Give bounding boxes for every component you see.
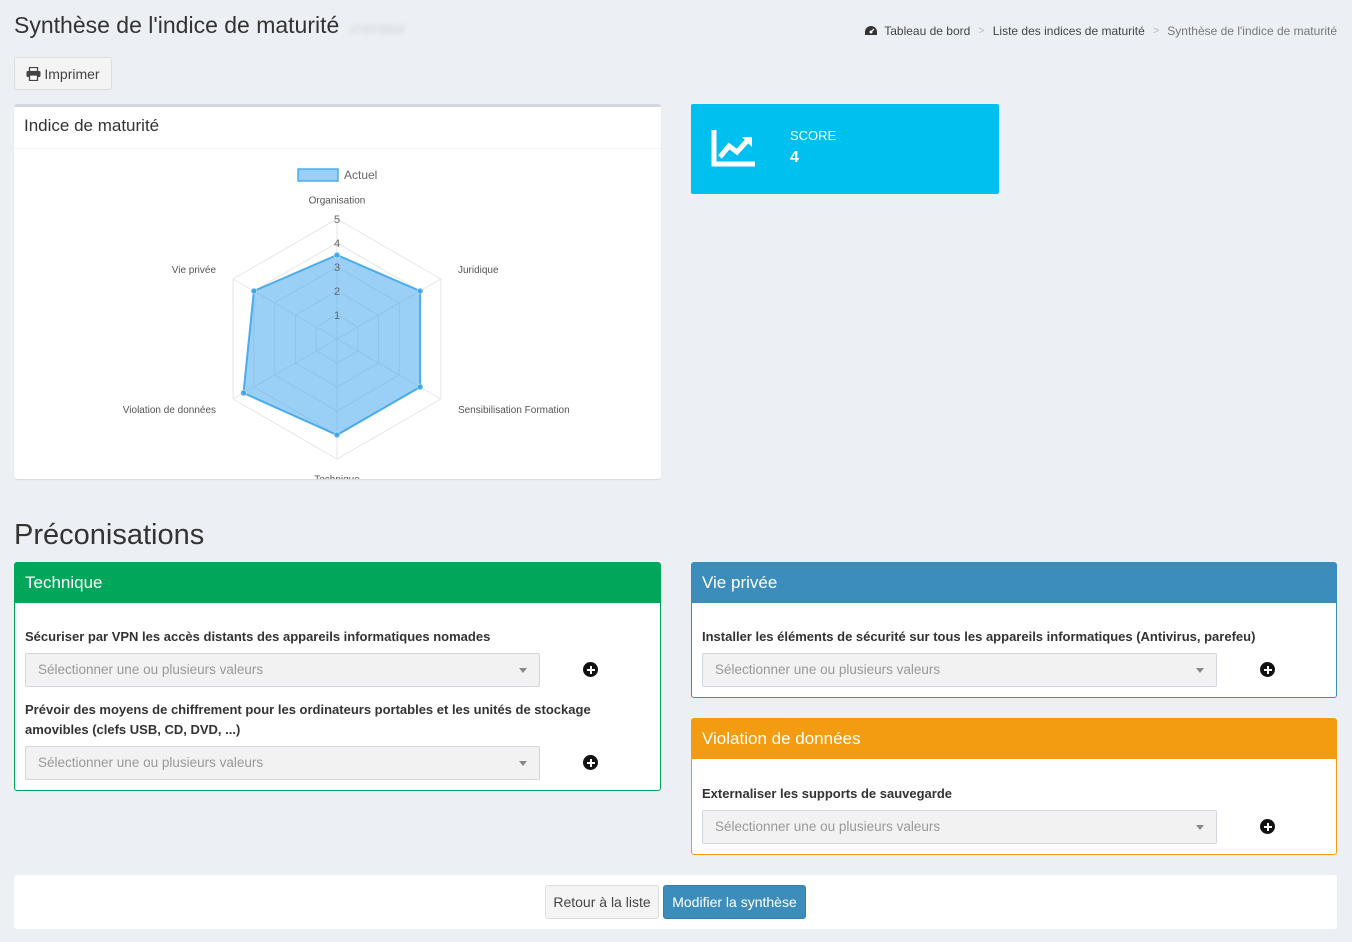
reco-select[interactable]: Sélectionner une ou plusieurs valeurs: [25, 653, 540, 687]
reco-select[interactable]: Sélectionner une ou plusieurs valeurs: [702, 653, 1217, 687]
radar-data-point: [416, 287, 424, 295]
reco-panel-vie-privee: Vie privée Installer les éléments de séc…: [691, 562, 1337, 698]
breadcrumb-separator: >: [978, 25, 985, 37]
print-button[interactable]: Imprimer: [14, 57, 112, 90]
add-circle-icon[interactable]: [583, 662, 598, 677]
print-button-label: Imprimer: [44, 65, 100, 82]
page-title: Synthèse de l'indice de maturité: [14, 12, 340, 38]
select-placeholder: Sélectionner une ou plusieurs valeurs: [715, 662, 941, 677]
page-header: Synthèse de l'indice de maturité 27/07/2…: [14, 12, 404, 39]
reco-question: Prévoir des moyens de chiffrement pour l…: [25, 702, 591, 737]
legend-swatch: [297, 168, 339, 182]
select-placeholder: Sélectionner une ou plusieurs valeurs: [38, 755, 264, 770]
score-label: SCORE: [790, 128, 837, 143]
caret-down-icon: [1196, 668, 1204, 673]
radar-tick-label: 2: [334, 286, 340, 298]
footer-actions: Retour à la liste Modifier la synthèse: [14, 875, 1337, 929]
reco-panel-header: Vie privée: [692, 563, 1336, 603]
reco-select[interactable]: Sélectionner une ou plusieurs valeurs: [25, 746, 540, 780]
breadcrumb: Tableau de bord > Liste des indices de m…: [864, 24, 1337, 38]
radar-tick-label: 4: [334, 238, 340, 250]
radar-tick-label: 3: [334, 262, 340, 274]
add-circle-icon[interactable]: [583, 755, 598, 770]
dashboard-icon: [865, 26, 878, 35]
select-placeholder: Sélectionner une ou plusieurs valeurs: [715, 819, 941, 834]
caret-down-icon: [519, 668, 527, 673]
radar-chart: 1 2 3 4 5 Organisation Juridique Sensibilisatio…: [123, 168, 570, 486]
page-subtitle: 27/07/2023: [349, 24, 405, 36]
caret-down-icon: [1196, 825, 1204, 830]
radar-category-label: Technique: [314, 475, 360, 479]
breadcrumb-item-list[interactable]: Liste des indices de maturité: [993, 24, 1145, 38]
radar-data-point: [240, 389, 247, 397]
reco-panel-header: Technique: [15, 563, 660, 603]
legend-label: Actuel: [344, 168, 377, 182]
caret-down-icon: [519, 761, 527, 766]
reco-question: Installer les éléments de sécurité sur t…: [702, 629, 1256, 644]
radar-tick-label: 5: [334, 214, 340, 226]
breadcrumb-separator: >: [1152, 25, 1160, 37]
select-placeholder: Sélectionner une ou plusieurs valeurs: [38, 662, 264, 677]
radar-category-label: Organisation: [309, 195, 366, 206]
reco-panel-header: Violation de données: [692, 719, 1336, 759]
reco-panel-violation: Violation de données Externaliser les su…: [691, 718, 1337, 855]
reco-panel-technique: Technique Sécuriser par VPN les accès di…: [14, 562, 661, 791]
maturity-chart-panel: Indice de maturité 1 2 3 4 5 Organisation Juri…: [14, 104, 661, 486]
reco-select[interactable]: Sélectionner une ou plusieurs valeurs: [702, 810, 1217, 844]
chart-panel-title: Indice de maturité: [14, 107, 661, 149]
radar-category-label: Vie privée: [172, 265, 217, 276]
radar-data-point: [333, 251, 341, 259]
radar-category-label: Juridique: [458, 265, 499, 276]
radar-category-label: Violation de données: [123, 405, 216, 416]
add-circle-icon[interactable]: [1260, 662, 1275, 677]
breadcrumb-item-dashboard[interactable]: Tableau de bord: [884, 24, 970, 38]
reco-question: Externaliser les supports de sauvegarde: [702, 786, 952, 801]
recommendations-title: Préconisations: [14, 519, 205, 551]
radar-data-point: [250, 287, 258, 295]
score-value: 4: [790, 149, 799, 166]
edit-synthesis-button[interactable]: Modifier la synthèse: [663, 885, 806, 919]
print-icon: [26, 66, 41, 81]
radar-tick-label: 1: [334, 310, 340, 322]
score-box: SCORE 4: [691, 104, 999, 194]
breadcrumb-current: Synthèse de l'indice de maturité: [1167, 24, 1337, 38]
back-to-list-button[interactable]: Retour à la liste: [545, 885, 659, 919]
chart-line-icon: [711, 130, 755, 167]
radar-data-point: [416, 383, 424, 391]
reco-question: Sécuriser par VPN les accès distants des…: [25, 629, 491, 644]
radar-chart-area: 1 2 3 4 5 Organisation Juridique Sensibilisatio…: [14, 149, 661, 486]
radar-data-point: [333, 431, 341, 439]
add-circle-icon[interactable]: [1260, 819, 1275, 834]
radar-category-label: Sensibilisation Formation: [458, 405, 570, 416]
